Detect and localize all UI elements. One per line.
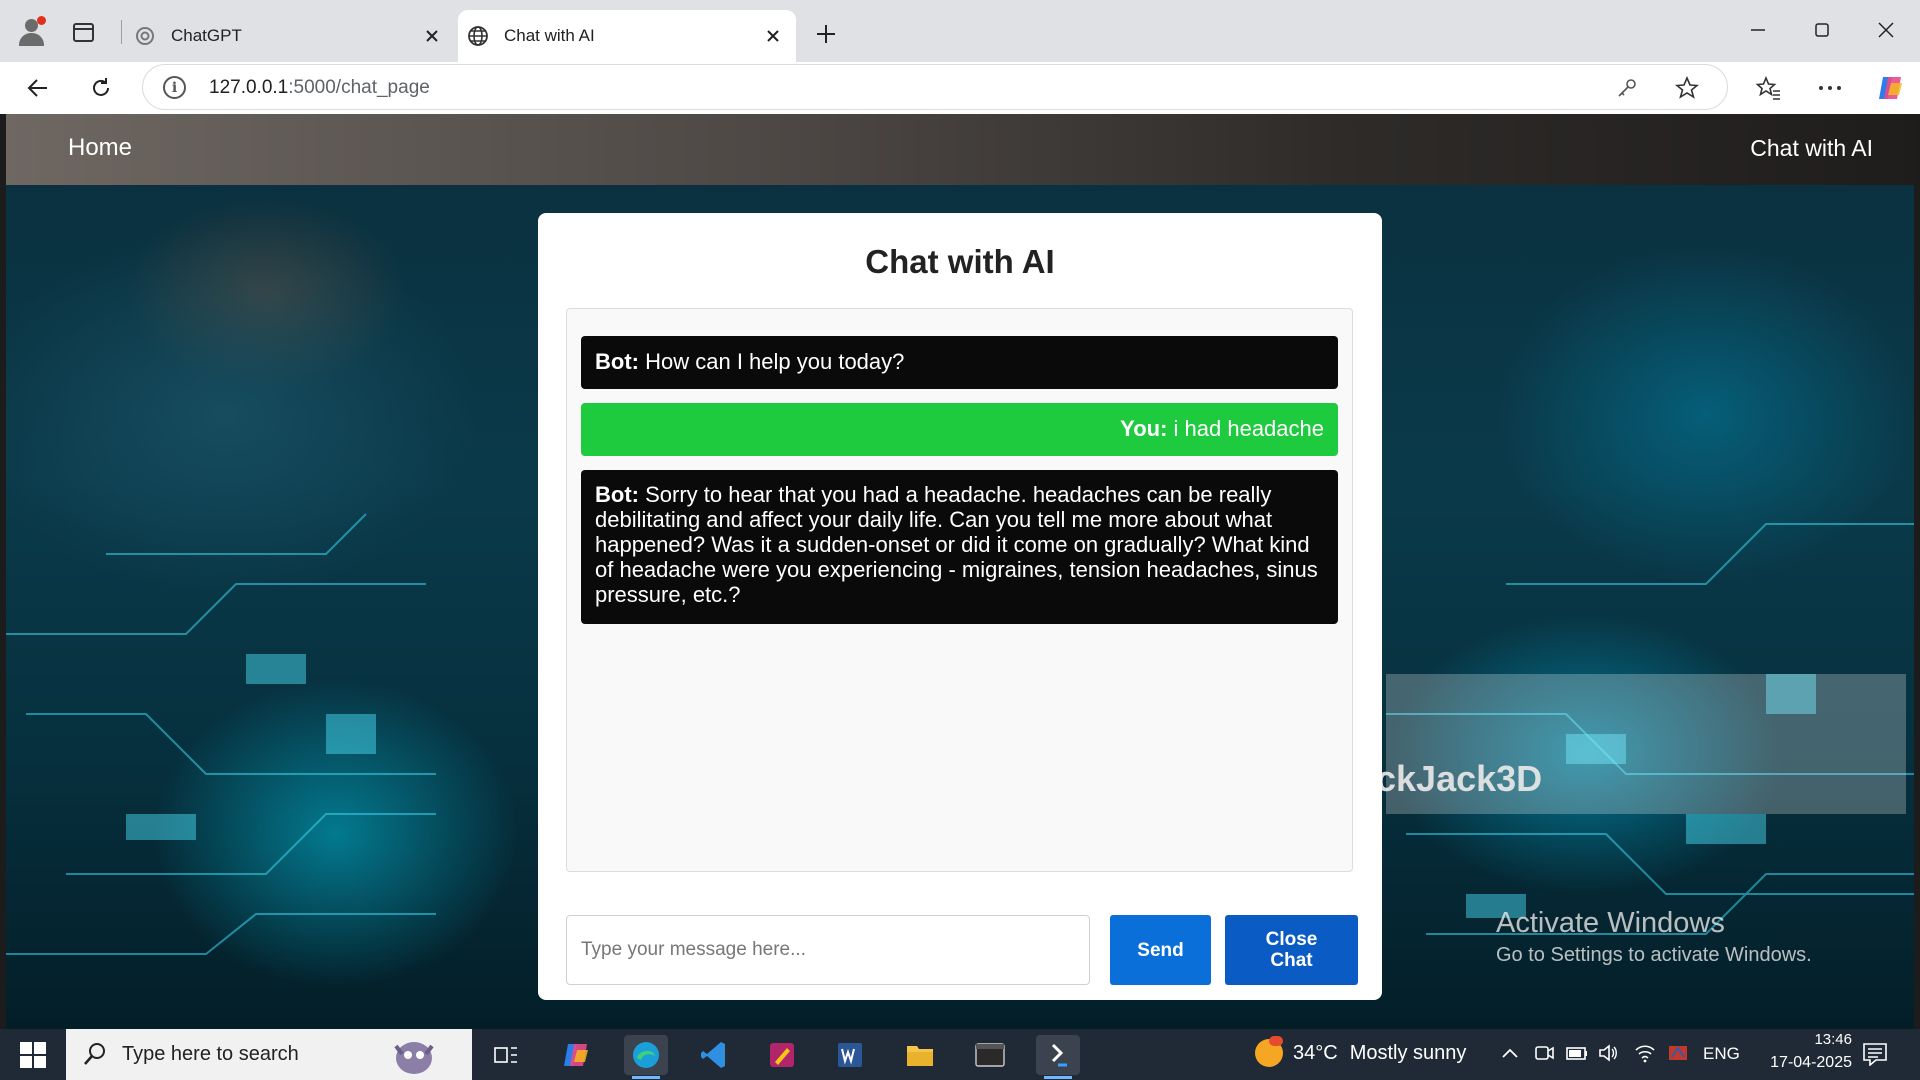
message-input[interactable] bbox=[566, 915, 1090, 985]
message-sender: Bot: bbox=[595, 349, 639, 374]
notifications-icon[interactable] bbox=[1862, 1042, 1888, 1071]
wifi-icon[interactable] bbox=[1634, 1043, 1656, 1068]
password-key-icon[interactable] bbox=[1613, 74, 1641, 102]
weather-temperature: 34°C bbox=[1293, 1041, 1338, 1064]
url-path: :5000/chat_page bbox=[288, 77, 430, 98]
copilot-app-icon[interactable] bbox=[554, 1035, 598, 1075]
taskbar-search[interactable]: Type here to search bbox=[66, 1029, 472, 1080]
chat-card: Chat with AI Bot: How can I help you tod… bbox=[538, 213, 1382, 1000]
message-text: i had headache bbox=[1173, 416, 1324, 441]
site-info-icon[interactable]: i bbox=[163, 76, 186, 99]
profile-icon[interactable] bbox=[16, 16, 46, 46]
message-sender: You: bbox=[1120, 416, 1168, 441]
bot-message: Bot: How can I help you today? bbox=[581, 336, 1338, 389]
file-explorer-icon[interactable] bbox=[898, 1035, 942, 1075]
vscode-app-icon[interactable] bbox=[692, 1035, 736, 1075]
chatgpt-icon bbox=[133, 24, 157, 48]
page-viewport: Home Chat with AI ckJack3D Chat with AI … bbox=[6, 114, 1914, 1029]
nav-chat-link[interactable]: Chat with AI bbox=[1750, 135, 1873, 162]
terminal-app-icon[interactable] bbox=[968, 1035, 1012, 1075]
chat-messages[interactable]: Bot: How can I help you today? You: i ha… bbox=[566, 308, 1353, 872]
activation-title: Activate Windows bbox=[1496, 907, 1725, 939]
python-idle-icon[interactable] bbox=[1036, 1035, 1080, 1079]
url-text[interactable]: 127.0.0.1:5000/chat_page bbox=[209, 77, 430, 99]
send-button[interactable]: Send bbox=[1110, 915, 1211, 985]
chevron-up-icon[interactable] bbox=[1500, 1043, 1520, 1068]
windows-taskbar: Type here to search 34°C Mostly sunny EN… bbox=[0, 1029, 1920, 1080]
top-navbar: Home Chat with AI bbox=[6, 114, 1914, 185]
favorites-icon[interactable] bbox=[1748, 70, 1788, 106]
activation-subtitle: Go to Settings to activate Windows. bbox=[1496, 944, 1812, 966]
more-menu-icon[interactable] bbox=[1810, 70, 1850, 106]
tab-chat-with-ai[interactable]: Chat with AI bbox=[458, 10, 796, 62]
minimize-button[interactable] bbox=[1738, 10, 1778, 50]
security-app-icon[interactable] bbox=[1667, 1043, 1689, 1068]
message-sender: Bot: bbox=[595, 482, 639, 507]
message-text: Sorry to hear that you had a headache. h… bbox=[595, 482, 1318, 607]
clock-date: 17-04-2025 bbox=[1770, 1054, 1852, 1071]
volume-icon[interactable] bbox=[1597, 1043, 1619, 1068]
tab-label: Chat with AI bbox=[504, 26, 595, 45]
word-app-icon[interactable] bbox=[828, 1035, 872, 1075]
maximize-button[interactable] bbox=[1802, 10, 1842, 50]
refresh-button[interactable] bbox=[81, 70, 121, 106]
url-host: 127.0.0.1 bbox=[209, 77, 289, 98]
globe-icon bbox=[466, 24, 490, 48]
meet-now-icon[interactable] bbox=[1533, 1043, 1555, 1068]
browser-tab-bar: ChatGPT Chat with AI bbox=[0, 0, 1920, 62]
copilot-icon[interactable] bbox=[1870, 70, 1910, 106]
weather-description: Mostly sunny bbox=[1349, 1041, 1467, 1064]
close-tab-icon[interactable] bbox=[762, 25, 784, 47]
language-indicator[interactable]: ENG bbox=[1703, 1044, 1740, 1064]
edge-app-icon[interactable] bbox=[624, 1035, 668, 1079]
close-window-button[interactable] bbox=[1866, 10, 1906, 50]
nav-home-link[interactable]: Home bbox=[68, 134, 132, 162]
tab-label: ChatGPT bbox=[171, 26, 242, 45]
search-icon bbox=[84, 1043, 105, 1065]
address-bar[interactable]: i 127.0.0.1:5000/chat_page bbox=[142, 64, 1728, 110]
paint-app-icon[interactable] bbox=[760, 1035, 804, 1075]
favorite-star-icon[interactable] bbox=[1673, 74, 1701, 102]
weather-sun-icon bbox=[1255, 1036, 1283, 1067]
new-tab-button[interactable] bbox=[810, 18, 842, 50]
search-placeholder: Type here to search bbox=[122, 1043, 299, 1065]
browser-toolbar: i 127.0.0.1:5000/chat_page bbox=[0, 62, 1920, 114]
message-text: How can I help you today? bbox=[645, 349, 905, 374]
windows-start-icon[interactable] bbox=[20, 1042, 46, 1068]
tab-chatgpt[interactable]: ChatGPT bbox=[125, 10, 455, 62]
tab-separator bbox=[121, 20, 122, 44]
close-chat-button[interactable]: Close Chat bbox=[1225, 915, 1358, 985]
clock-time: 13:46 bbox=[1814, 1031, 1852, 1048]
user-message: You: i had headache bbox=[581, 403, 1338, 456]
bot-message: Bot: Sorry to hear that you had a headac… bbox=[581, 470, 1338, 624]
battery-icon[interactable] bbox=[1565, 1043, 1589, 1068]
windows-activation-notice: Activate Windows Go to Settings to activ… bbox=[1496, 907, 1812, 967]
weather-widget[interactable]: 34°C Mostly sunny bbox=[1255, 1036, 1467, 1067]
tab-actions-icon[interactable] bbox=[73, 23, 94, 42]
search-highlight-mascot-icon bbox=[394, 1042, 434, 1074]
chat-title: Chat with AI bbox=[865, 243, 1055, 280]
close-tab-icon[interactable] bbox=[421, 25, 443, 47]
task-view-icon[interactable] bbox=[484, 1035, 528, 1075]
background-watermark-text: ckJack3D bbox=[1376, 758, 1543, 799]
taskbar-clock[interactable]: 13:46 17-04-2025 bbox=[1756, 1031, 1852, 1072]
back-button[interactable] bbox=[18, 70, 58, 106]
